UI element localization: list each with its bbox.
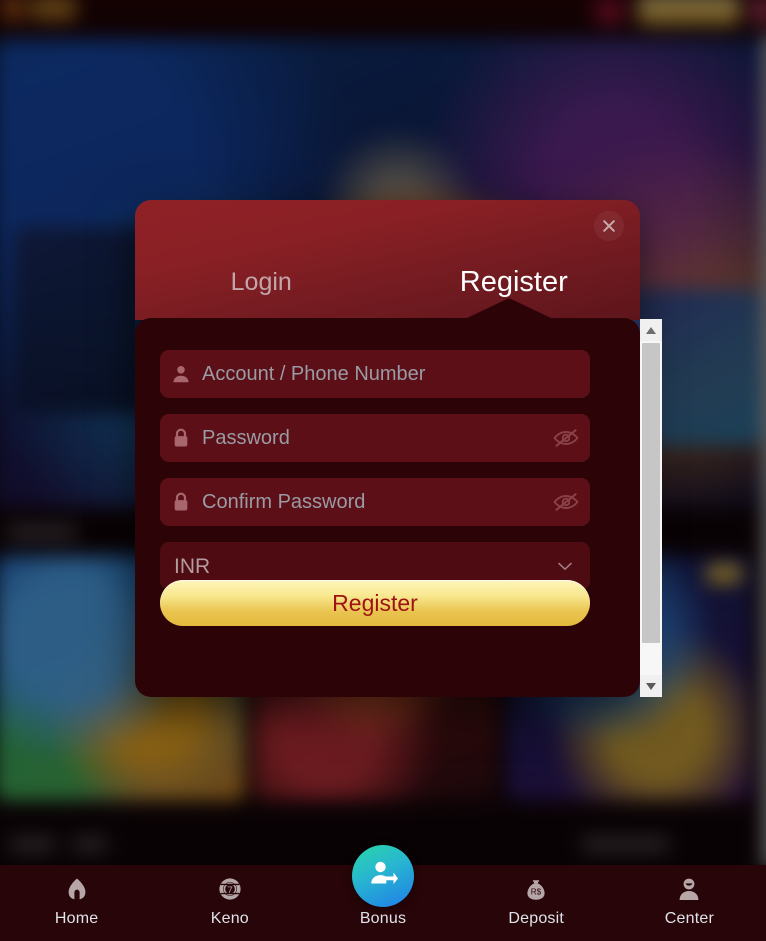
- register-submit-button[interactable]: Register: [160, 580, 590, 626]
- nav-item-deposit[interactable]: R$ Deposit: [460, 865, 613, 941]
- nav-bonus-bubble[interactable]: [352, 845, 414, 907]
- eye-off-icon[interactable]: [542, 491, 590, 513]
- triangle-down-icon: [646, 677, 656, 695]
- nav-item-bonus-label: Bonus: [359, 910, 407, 927]
- svg-text:R$: R$: [531, 888, 542, 897]
- nav-item-keno[interactable]: 7 Keno: [153, 865, 306, 941]
- active-tab-notch: [465, 298, 553, 319]
- confirm-password-field[interactable]: [160, 478, 590, 526]
- modal-body: INRBRLUSDPHPVNDTHB Register: [135, 298, 640, 697]
- auth-modal: Login Register Account / Phone Number IN…: [135, 200, 662, 697]
- scrollbar-thumb[interactable]: [642, 343, 660, 643]
- tab-register[interactable]: Register: [388, 266, 641, 299]
- scrollbar-up-button[interactable]: [640, 319, 662, 341]
- nav-item-center-label: Center: [664, 910, 715, 927]
- password-input[interactable]: [202, 415, 542, 461]
- account-field[interactable]: [160, 350, 590, 398]
- modal-header: Login Register: [135, 200, 640, 320]
- lock-icon: [160, 491, 202, 513]
- user-icon: [160, 363, 202, 385]
- scrollbar-down-button[interactable]: [640, 675, 662, 697]
- svg-text:7: 7: [227, 885, 233, 896]
- home-icon: [63, 874, 91, 904]
- register-form: INRBRLUSDPHPVNDTHB: [160, 350, 590, 606]
- chevron-down-icon: [554, 562, 576, 571]
- eye-off-icon[interactable]: [542, 427, 590, 449]
- password-field[interactable]: [160, 414, 590, 462]
- nav-item-deposit-label: Deposit: [508, 910, 565, 927]
- tab-login[interactable]: Login: [135, 268, 388, 297]
- account-input[interactable]: [202, 351, 590, 397]
- nav-item-home-label: Home: [54, 910, 99, 927]
- tab-register-label: Register: [459, 265, 568, 298]
- person-icon: [675, 874, 703, 904]
- money-bag-icon: R$: [522, 874, 550, 904]
- modal-scrollbar[interactable]: [640, 319, 662, 697]
- auth-tabs: Login Register: [135, 252, 640, 312]
- lock-icon: [160, 427, 202, 449]
- triangle-up-icon: [646, 321, 656, 339]
- confirm-password-input[interactable]: [202, 479, 542, 525]
- referral-person-icon: [366, 857, 400, 896]
- close-button[interactable]: [594, 211, 624, 241]
- nav-item-keno-label: Keno: [210, 910, 249, 927]
- app-screen: Login Register Account / Phone Number IN…: [0, 0, 766, 941]
- keno-ball-icon: 7: [216, 874, 244, 904]
- tab-login-label: Login: [230, 267, 292, 296]
- nav-item-home[interactable]: Home: [0, 865, 153, 941]
- close-icon: [601, 218, 617, 234]
- nav-item-center[interactable]: Center: [613, 865, 766, 941]
